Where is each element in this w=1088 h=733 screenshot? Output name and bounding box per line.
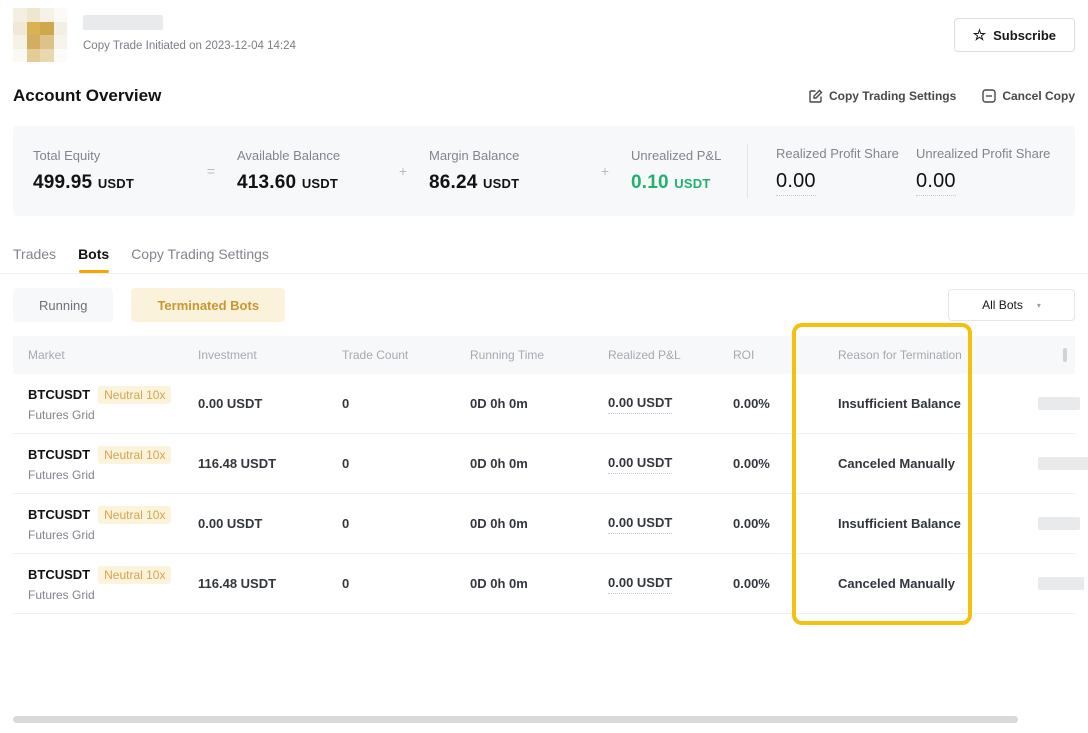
investment-value: 116.48 USDT bbox=[198, 456, 276, 471]
col-reason-for-termination: Reason for Termination bbox=[823, 348, 1023, 362]
account-overview-row: Account Overview Copy Trading Settings bbox=[0, 86, 1088, 106]
investment-value: 116.48 USDT bbox=[198, 576, 276, 591]
market-pair: BTCUSDT bbox=[28, 387, 90, 402]
stat-total-equity: Total Equity 499.95 USDT bbox=[33, 148, 185, 194]
leverage-badge: Neutral 10x bbox=[98, 506, 171, 524]
investment-value: 0.00 USDT bbox=[198, 396, 262, 411]
copy-trading-page: Copy Trade Initiated on 2023-12-04 14:24… bbox=[0, 0, 1088, 733]
equals-operator: = bbox=[185, 163, 237, 179]
investment-value: 0.00 USDT bbox=[198, 516, 262, 531]
cancel-copy-button[interactable]: Cancel Copy bbox=[982, 89, 1075, 103]
termination-reason: Canceled Manually bbox=[838, 456, 955, 471]
termination-reason: Canceled Manually bbox=[838, 576, 955, 591]
stat-unrealized-pnl: Unrealized P&L 0.10 USDT bbox=[631, 148, 741, 194]
running-filter-pill[interactable]: Running bbox=[13, 288, 113, 322]
plus-operator: + bbox=[579, 163, 631, 179]
copy-trading-settings-button[interactable]: Copy Trading Settings bbox=[809, 89, 956, 103]
col-realized-pnl: Realized P&L bbox=[593, 348, 718, 362]
horizontal-scrollbar[interactable] bbox=[13, 716, 1018, 723]
running-time-value: 0D 0h 0m bbox=[470, 576, 528, 591]
tab-bots[interactable]: Bots bbox=[78, 246, 109, 273]
stat-available-balance: Available Balance 413.60 USDT bbox=[237, 148, 377, 194]
market-pair: BTCUSDT bbox=[28, 507, 90, 522]
trade-count-value: 0 bbox=[342, 516, 349, 531]
stat-unrealized-profit-share: Unrealized Profit Share 0.00 bbox=[916, 146, 1076, 196]
page-header: Copy Trade Initiated on 2023-12-04 14:24… bbox=[0, 0, 1088, 62]
realized-pnl-value: 0.00 USDT bbox=[608, 515, 672, 534]
redacted-action bbox=[1038, 517, 1080, 530]
leverage-badge: Neutral 10x bbox=[98, 566, 171, 584]
account-stats-panel: Total Equity 499.95 USDT = Available Bal… bbox=[13, 126, 1075, 216]
trade-count-value: 0 bbox=[342, 456, 349, 471]
stats-divider bbox=[747, 144, 748, 198]
leverage-badge: Neutral 10x bbox=[98, 446, 171, 464]
realized-pnl-value: 0.00 USDT bbox=[608, 575, 672, 594]
redacted-action bbox=[1038, 457, 1088, 470]
roi-value: 0.00% bbox=[733, 576, 770, 591]
running-time-value: 0D 0h 0m bbox=[470, 516, 528, 531]
tab-trades[interactable]: Trades bbox=[13, 246, 56, 273]
realized-pnl-value: 0.00 USDT bbox=[608, 395, 672, 414]
tab-copy-trading-settings[interactable]: Copy Trading Settings bbox=[131, 246, 269, 273]
table-row: BTCUSDT Neutral 10x Futures Grid 0.00 US… bbox=[13, 374, 1075, 434]
page-title: Account Overview bbox=[13, 86, 161, 106]
col-roi: ROI bbox=[718, 348, 823, 362]
redacted-action bbox=[1038, 397, 1080, 410]
roi-value: 0.00% bbox=[733, 396, 770, 411]
strategy-label: Futures Grid bbox=[28, 528, 183, 542]
roi-value: 0.00% bbox=[733, 516, 770, 531]
vertical-scrollbar-thumb[interactable] bbox=[1063, 348, 1067, 362]
table-row: BTCUSDT Neutral 10x Futures Grid 116.48 … bbox=[13, 554, 1075, 614]
stat-margin-balance: Margin Balance 86.24 USDT bbox=[429, 148, 579, 194]
subscribe-button[interactable]: ☆ Subscribe bbox=[954, 18, 1075, 52]
termination-reason: Insufficient Balance bbox=[838, 516, 961, 531]
copy-initiated-text: Copy Trade Initiated on 2023-12-04 14:24 bbox=[83, 40, 296, 52]
table-header-row: Market Investment Trade Count Running Ti… bbox=[13, 336, 1075, 374]
col-market: Market bbox=[13, 348, 183, 362]
running-time-value: 0D 0h 0m bbox=[470, 456, 528, 471]
market-pair: BTCUSDT bbox=[28, 447, 90, 462]
trader-info: Copy Trade Initiated on 2023-12-04 14:24 bbox=[13, 8, 296, 62]
market-pair: BTCUSDT bbox=[28, 567, 90, 582]
strategy-label: Futures Grid bbox=[28, 588, 183, 602]
bots-filter-row: Running Terminated Bots All Bots ▾ bbox=[13, 288, 1075, 322]
col-trade-count: Trade Count bbox=[327, 348, 455, 362]
minus-square-icon bbox=[982, 89, 996, 103]
leverage-badge: Neutral 10x bbox=[98, 386, 171, 404]
termination-reason: Insufficient Balance bbox=[838, 396, 961, 411]
trade-count-value: 0 bbox=[342, 576, 349, 591]
table-row: BTCUSDT Neutral 10x Futures Grid 116.48 … bbox=[13, 434, 1075, 494]
all-bots-dropdown[interactable]: All Bots ▾ bbox=[948, 289, 1075, 321]
roi-value: 0.00% bbox=[733, 456, 770, 471]
col-investment: Investment bbox=[183, 348, 327, 362]
strategy-label: Futures Grid bbox=[28, 468, 183, 482]
strategy-label: Futures Grid bbox=[28, 408, 183, 422]
star-icon: ☆ bbox=[973, 28, 986, 43]
terminated-bots-filter-pill[interactable]: Terminated Bots bbox=[131, 288, 285, 322]
stat-realized-profit-share: Realized Profit Share 0.00 bbox=[776, 146, 916, 196]
edit-icon bbox=[809, 89, 823, 103]
avatar bbox=[13, 8, 67, 62]
main-tabs: Trades Bots Copy Trading Settings bbox=[0, 246, 1088, 274]
chevron-down-icon: ▾ bbox=[1037, 301, 1041, 310]
subscribe-label: Subscribe bbox=[993, 28, 1056, 43]
redacted-action bbox=[1038, 577, 1084, 590]
terminated-bots-table: Market Investment Trade Count Running Ti… bbox=[13, 336, 1075, 614]
col-running-time: Running Time bbox=[455, 348, 593, 362]
realized-pnl-value: 0.00 USDT bbox=[608, 455, 672, 474]
plus-operator: + bbox=[377, 163, 429, 179]
table-row: BTCUSDT Neutral 10x Futures Grid 0.00 US… bbox=[13, 494, 1075, 554]
redacted-trader-name bbox=[83, 15, 163, 30]
running-time-value: 0D 0h 0m bbox=[470, 396, 528, 411]
trade-count-value: 0 bbox=[342, 396, 349, 411]
